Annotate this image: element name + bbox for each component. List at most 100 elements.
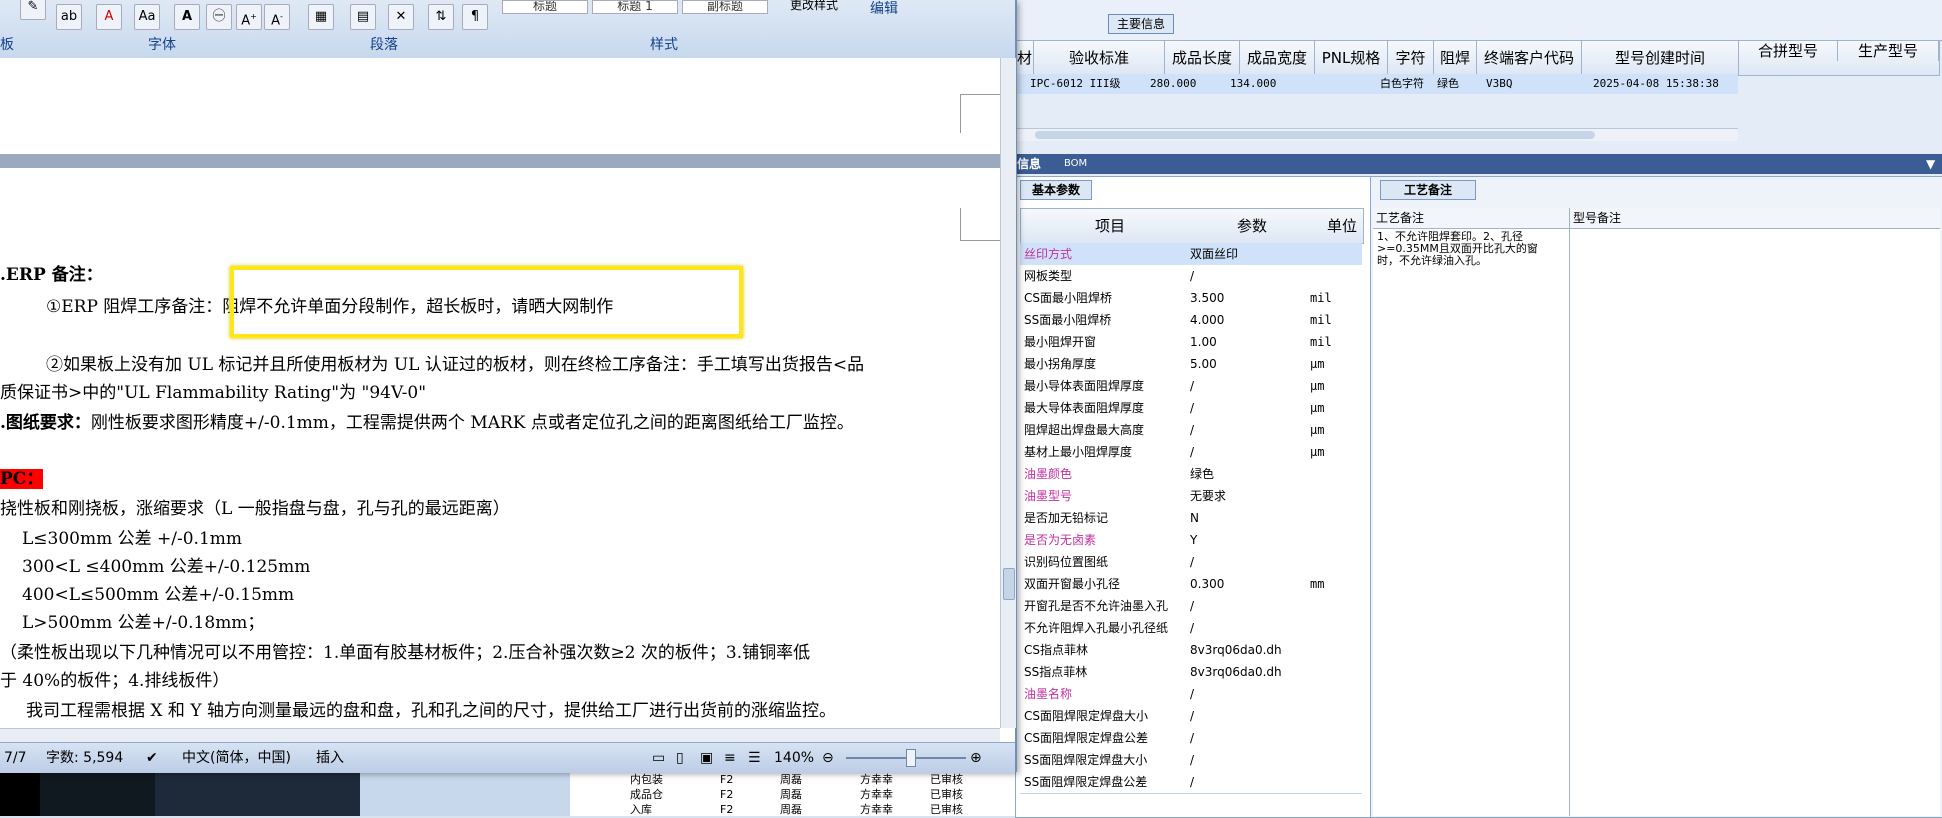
shading-icon[interactable]: ▦ bbox=[308, 4, 334, 30]
tree-cell-c: 方幸幸 bbox=[860, 773, 893, 786]
tab-basic-params[interactable]: 基本参数 bbox=[1020, 180, 1092, 200]
highlight-color-icon[interactable]: ab bbox=[56, 4, 82, 30]
params-row[interactable]: CS面阻焊限定焊盘公差 / bbox=[1020, 727, 1362, 750]
params-cell-value: / bbox=[1190, 379, 1195, 393]
params-row[interactable]: SS指点菲林 8v3rq06da0.dh bbox=[1020, 661, 1362, 684]
params-row[interactable]: 最大导体表面阻焊厚度 / μm bbox=[1020, 397, 1362, 420]
col-merge[interactable]: 合拼型号 bbox=[1739, 41, 1838, 61]
style-heading-1[interactable]: 标题 1 bbox=[592, 0, 678, 14]
process-notes-text[interactable]: 1、不允许阻焊套印。2、孔径>=0.35MM且双面开比孔大的窗时，不允许绿油入孔… bbox=[1373, 229, 1551, 269]
outline-icon[interactable]: ≡ bbox=[724, 743, 736, 773]
col-created[interactable]: 型号创建时间 bbox=[1582, 41, 1739, 75]
doc-horizontal-scrollbar[interactable] bbox=[0, 728, 1000, 743]
brush-icon[interactable]: ✎ bbox=[20, 0, 46, 20]
proofing-icon[interactable]: ✔ bbox=[146, 743, 158, 773]
params-row[interactable]: 网板类型 / bbox=[1020, 265, 1362, 288]
params-row[interactable]: CS面阻焊限定焊盘大小 / bbox=[1020, 705, 1362, 728]
sort-icon[interactable]: ⇅ bbox=[428, 4, 454, 30]
params-cell-value: 0.300 bbox=[1190, 577, 1225, 591]
style-heading[interactable]: 标题 bbox=[502, 0, 588, 14]
params-header: 项目 参数 单位 bbox=[1020, 208, 1364, 244]
col-customer[interactable]: 终端客户代码 bbox=[1477, 41, 1582, 75]
params-cell-item: CS面阻焊限定焊盘公差 bbox=[1024, 731, 1148, 745]
tab-process-notes[interactable]: 工艺备注 bbox=[1380, 180, 1476, 200]
params-row[interactable]: CS面最小阻焊桥 3.500 mil bbox=[1020, 287, 1362, 310]
status-mode[interactable]: 插入 bbox=[316, 743, 344, 773]
params-cell-value: 双面丝印 bbox=[1190, 247, 1239, 261]
zoom-in-icon[interactable]: ⊕ bbox=[970, 743, 982, 773]
params-row[interactable]: 是否为无卤素 Y bbox=[1020, 529, 1362, 552]
tab-info[interactable]: 信息 bbox=[1017, 154, 1041, 174]
tree-item[interactable]: 成品仓 F2 周磊 方幸幸 已审核 bbox=[590, 787, 1010, 802]
asian-layout-icon[interactable]: ✕ bbox=[388, 4, 414, 30]
cell-width: 134.000 bbox=[1230, 77, 1277, 90]
group-clipboard: 板 bbox=[0, 37, 14, 53]
draft-icon[interactable]: ☰ bbox=[748, 743, 761, 773]
col-length[interactable]: 成品长度 bbox=[1165, 41, 1240, 75]
style-subtitle[interactable]: 副标题 bbox=[682, 0, 768, 14]
reading-layout-icon[interactable]: ▯ bbox=[676, 743, 684, 773]
highlight-box bbox=[230, 266, 743, 338]
enclose-char-icon[interactable]: ㊀ bbox=[206, 4, 232, 30]
status-page[interactable]: 7/7 bbox=[4, 743, 27, 773]
doc-vertical-scrollbar[interactable] bbox=[1000, 58, 1016, 728]
char-shade-icon[interactable]: A bbox=[174, 4, 200, 30]
params-col-item[interactable]: 项目 bbox=[1095, 209, 1125, 243]
document-body[interactable]: .ERP 备注： ①ERP 阻焊工序备注：阻焊不允许单面分段制作，超长板时，请晒… bbox=[0, 168, 1000, 728]
params-cell-value: 1.00 bbox=[1190, 335, 1217, 349]
font-color-icon[interactable]: A bbox=[96, 4, 122, 30]
params-row[interactable]: 双面开窗最小孔径 0.300 mm bbox=[1020, 573, 1362, 596]
col-char[interactable]: 字符 bbox=[1388, 41, 1434, 75]
print-layout-icon[interactable]: ▭ bbox=[652, 743, 665, 773]
params-col-value[interactable]: 参数 bbox=[1237, 209, 1267, 243]
col-pnl[interactable]: PNL规格 bbox=[1315, 41, 1388, 75]
tabbar-dropdown-icon[interactable]: ▼ bbox=[1926, 154, 1935, 174]
doc-line-5: PC： bbox=[0, 469, 44, 489]
tree-item[interactable]: 入库 F2 周磊 方幸幸 已审核 bbox=[590, 802, 1010, 817]
tree-cell-d: 已审核 bbox=[930, 788, 963, 801]
params-cell-value: / bbox=[1190, 555, 1195, 569]
grow-font-icon[interactable]: A+ bbox=[236, 4, 262, 30]
params-row[interactable]: SS面最小阻焊桥 4.000 mil bbox=[1020, 309, 1362, 332]
col-mask[interactable]: 阻焊 bbox=[1434, 41, 1477, 75]
params-row[interactable]: 最小拐角厚度 5.00 μm bbox=[1020, 353, 1362, 376]
params-row[interactable]: 最小导体表面阻焊厚度 / μm bbox=[1020, 375, 1362, 398]
params-row[interactable]: 阻焊超出焊盘最大高度 / μm bbox=[1020, 419, 1362, 442]
cell-acceptance: IPC-6012 III级 bbox=[1030, 77, 1121, 90]
main-info-hscroll[interactable] bbox=[1015, 128, 1738, 141]
status-words[interactable]: 字数: 5,594 bbox=[46, 743, 123, 773]
params-row[interactable]: 基材上最小阻焊厚度 / μm bbox=[1020, 441, 1362, 464]
params-row[interactable]: 是否加无铅标记 N bbox=[1020, 507, 1362, 530]
params-row[interactable]: CS指点菲林 8v3rq06da0.dh bbox=[1020, 639, 1362, 662]
shrink-font-icon[interactable]: A- bbox=[264, 4, 290, 30]
status-zoom[interactable]: 140% bbox=[774, 743, 814, 773]
borders-icon[interactable]: ▤ bbox=[350, 4, 376, 30]
params-row[interactable]: 开窗孔是否不允许油墨入孔 / bbox=[1020, 595, 1362, 618]
zoom-slider-thumb[interactable] bbox=[906, 749, 916, 767]
params-row[interactable]: 油墨名称 / bbox=[1020, 683, 1362, 706]
params-cell-value: 绿色 bbox=[1190, 467, 1215, 481]
params-row[interactable]: 油墨颜色 绿色 bbox=[1020, 463, 1362, 486]
col-width[interactable]: 成品宽度 bbox=[1240, 41, 1315, 75]
change-case-icon[interactable]: Aa bbox=[134, 4, 160, 30]
web-layout-icon[interactable]: ▣ bbox=[700, 743, 713, 773]
col-acceptance[interactable]: 验收标准 bbox=[1034, 41, 1165, 75]
change-styles-button[interactable]: 更改样式 bbox=[790, 0, 838, 13]
params-row[interactable]: 最小阻焊开窗 1.00 mil bbox=[1020, 331, 1362, 354]
params-row[interactable]: 油墨型号 无要求 bbox=[1020, 485, 1362, 508]
zoom-out-icon[interactable]: ⊖ bbox=[822, 743, 834, 773]
params-row[interactable]: 不允许阻焊入孔最小孔径纸 / bbox=[1020, 617, 1362, 640]
params-row[interactable]: 丝印方式 双面丝印 bbox=[1020, 243, 1362, 266]
col-production[interactable]: 生产型号 bbox=[1838, 41, 1939, 61]
params-col-unit[interactable]: 单位 bbox=[1327, 209, 1357, 243]
tree-item[interactable]: 内包装 F2 周磊 方幸幸 已审核 bbox=[590, 772, 1010, 787]
params-row[interactable]: SS面阻焊限定焊盘公差 / bbox=[1020, 771, 1362, 794]
params-cell-item: 最小阻焊开窗 bbox=[1024, 335, 1097, 349]
tab-bom[interactable]: BOM bbox=[1064, 154, 1087, 174]
doc-line-8: 300<L ≤400mm 公差+/-0.125mm bbox=[22, 557, 311, 577]
show-marks-icon[interactable]: ¶ bbox=[462, 4, 488, 30]
params-row[interactable]: SS面阻焊限定焊盘大小 / bbox=[1020, 749, 1362, 772]
params-cell-value: 8v3rq06da0.dh bbox=[1190, 665, 1282, 679]
status-language[interactable]: 中文(简体，中国) bbox=[182, 743, 291, 773]
params-row[interactable]: 识别码位置图纸 / bbox=[1020, 551, 1362, 574]
